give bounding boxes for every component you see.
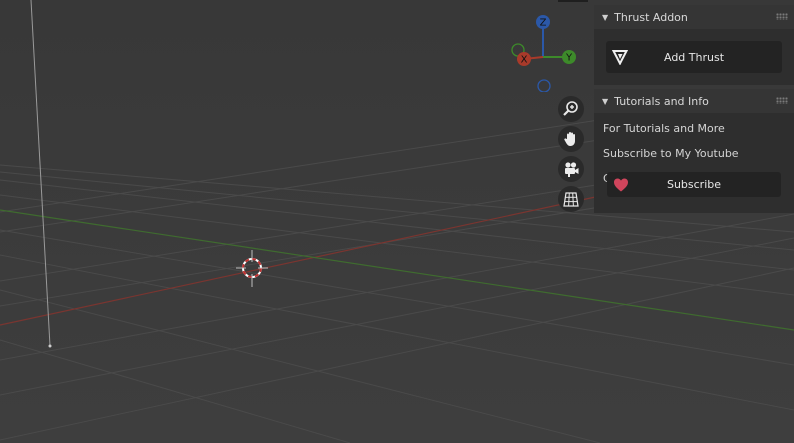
z-axis-label: Z [540, 18, 547, 29]
subscribe-label: Subscribe [666, 178, 722, 191]
camera-icon [565, 162, 579, 177]
zoom-button[interactable] [558, 96, 584, 122]
heart-icon [614, 178, 628, 192]
x-axis-label: X [521, 55, 528, 66]
thrust-addon-header[interactable]: ▼ Thrust Addon [594, 5, 794, 29]
drag-grip-icon[interactable] [776, 97, 788, 104]
thrust-logo-icon [612, 50, 628, 65]
collapse-chevron-icon: ▼ [602, 12, 609, 22]
neg-z-handle[interactable] [537, 79, 551, 92]
tutorials-panel: ▼ Tutorials and Info For Tutorials and M… [594, 89, 794, 213]
hand-pan-icon [564, 132, 575, 146]
grid-view-icon [563, 192, 579, 207]
panel-title: Tutorials and Info [614, 94, 709, 108]
info-line-tutorials: For Tutorials and More [603, 122, 725, 135]
y-axis-label: Y [565, 53, 573, 64]
drag-grip-icon[interactable] [776, 13, 788, 20]
add-thrust-button[interactable]: Add Thrust [606, 41, 782, 73]
info-line-youtube: Subscribe to My Youtube Channel [603, 147, 739, 185]
thrust-addon-panel: ▼ Thrust Addon Add Thrust [594, 5, 794, 85]
add-thrust-label: Add Thrust [663, 50, 725, 64]
zoom-icon [563, 101, 578, 116]
toggle-ortho-button[interactable] [558, 186, 584, 212]
camera-view-button[interactable] [558, 156, 584, 182]
navigation-gizmo[interactable]: Z Y X [508, 12, 584, 92]
tutorials-header[interactable]: ▼ Tutorials and Info [594, 89, 794, 113]
camera-point [48, 344, 52, 348]
pan-button[interactable] [558, 126, 584, 152]
panel-title: Thrust Addon [614, 10, 688, 24]
top-edge-bar [558, 0, 588, 2]
subscribe-button[interactable]: Subscribe [607, 172, 781, 197]
collapse-chevron-icon: ▼ [602, 96, 609, 106]
